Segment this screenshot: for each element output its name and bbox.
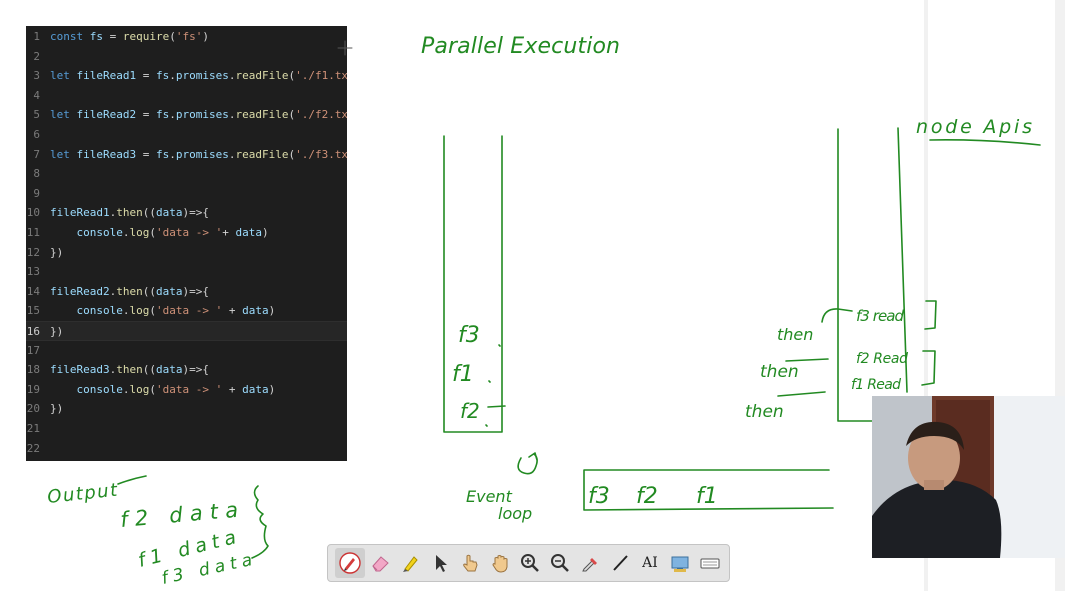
keyboard-icon — [700, 558, 720, 569]
screen-capture-icon — [671, 556, 689, 572]
then-label-1: then — [777, 325, 813, 344]
api-item-f3-read: f3 read — [856, 307, 904, 325]
node-apis-underline — [929, 139, 1041, 146]
zoom-out-tool[interactable] — [545, 548, 575, 578]
f3-read-bracket — [924, 300, 937, 330]
output-line-1: f2 data — [119, 498, 239, 532]
eraser-icon — [372, 556, 389, 572]
text-icon: AI — [642, 555, 658, 571]
line-tool[interactable] — [605, 548, 635, 578]
pointer-tool[interactable] — [455, 548, 485, 578]
eyedropper-icon — [582, 558, 597, 572]
queue-item-f1: f1 — [696, 484, 718, 509]
highlighter-tool[interactable] — [395, 548, 425, 578]
call-stack-box — [443, 135, 503, 433]
then-connector-1 — [821, 308, 853, 323]
zoom-in-tool[interactable] — [515, 548, 545, 578]
call-stack-item-f1: f1 — [452, 362, 474, 387]
node-apis-label: node Apis — [916, 116, 1032, 138]
text-tool[interactable]: AI — [635, 548, 665, 578]
call-stack-item-f3: f3 — [458, 323, 480, 348]
f2-f1-read-bracket — [921, 350, 936, 386]
output-underline — [117, 475, 147, 485]
zoom-out-icon — [551, 554, 569, 572]
select-tool[interactable] — [425, 548, 455, 578]
event-loop-label-line2: loop — [498, 504, 532, 523]
crosshair-cursor — [337, 40, 353, 56]
hand-icon — [492, 555, 508, 573]
then-connector-2 — [785, 358, 829, 362]
api-item-f1-read: f1 Read — [851, 377, 901, 393]
color-picker-tool[interactable] — [575, 548, 605, 578]
zoom-in-icon — [521, 554, 539, 572]
then-connector-3 — [777, 391, 826, 397]
call-stack-item-f2: f2 — [460, 399, 480, 423]
output-brace — [251, 485, 269, 559]
eraser-tool[interactable] — [365, 548, 395, 578]
title-parallel-execution: Parallel Execution — [421, 34, 620, 59]
then-label-3: then — [745, 402, 784, 422]
queue-item-f3: f3 — [588, 484, 610, 509]
annotation-toolbar: AI — [327, 544, 730, 582]
queue-item-f2: f2 — [636, 484, 658, 509]
api-item-f2-read: f2 Read — [856, 351, 908, 367]
then-label-2: then — [760, 362, 799, 382]
keyboard-tool[interactable] — [695, 548, 725, 578]
webcam-overlay — [872, 396, 1065, 558]
pan-tool[interactable] — [485, 548, 515, 578]
output-label: Output — [46, 480, 119, 508]
screenshot-tool[interactable] — [665, 548, 695, 578]
highlighter-icon — [403, 556, 418, 572]
pen-tool[interactable] — [335, 548, 365, 578]
cursor-icon — [436, 555, 447, 572]
pen-icon — [339, 552, 361, 574]
output-line-3: f3 data — [160, 550, 254, 589]
pointing-hand-icon — [463, 554, 478, 572]
line-icon — [613, 555, 628, 571]
event-loop-arrow — [517, 452, 538, 475]
